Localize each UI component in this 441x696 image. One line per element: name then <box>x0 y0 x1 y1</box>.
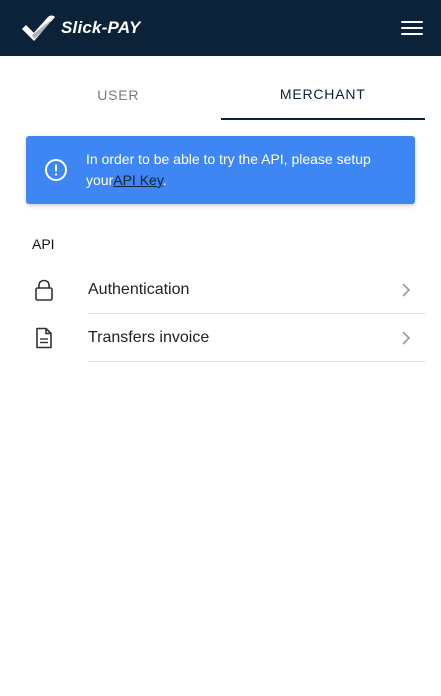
document-icon <box>36 327 52 349</box>
chevron-right-icon <box>402 283 411 297</box>
api-key-link[interactable]: API Key <box>113 172 163 188</box>
tab-user[interactable]: USER <box>16 72 221 120</box>
list-item-label: Transfers invoice <box>88 329 210 346</box>
divider <box>88 361 425 362</box>
alert-message: In order to be able to try the API, plea… <box>86 149 386 191</box>
list-item-transfers-invoice[interactable]: Transfers invoice <box>0 314 441 362</box>
app-header: Slick-PAY <box>0 0 441 56</box>
brand-name: Slick-PAY <box>61 18 141 37</box>
chevron-right-icon <box>402 331 411 345</box>
list-item-label: Authentication <box>88 281 190 298</box>
tab-bar: USER MERCHANT <box>16 72 425 120</box>
exclamation-circle-icon <box>45 159 67 181</box>
alert-message-suffix: . <box>162 172 167 188</box>
section-title-api: API <box>32 236 55 252</box>
tab-merchant[interactable]: MERCHANT <box>220 72 425 120</box>
brand-logo[interactable]: Slick-PAY <box>20 13 141 43</box>
info-alert: In order to be able to try the API, plea… <box>26 136 415 204</box>
list-item-authentication[interactable]: Authentication <box>0 266 441 314</box>
api-list: Authentication Transfers invoice <box>0 266 441 362</box>
lock-icon <box>35 279 53 301</box>
hamburger-menu-icon[interactable] <box>401 20 423 36</box>
check-logo-icon <box>22 15 55 41</box>
